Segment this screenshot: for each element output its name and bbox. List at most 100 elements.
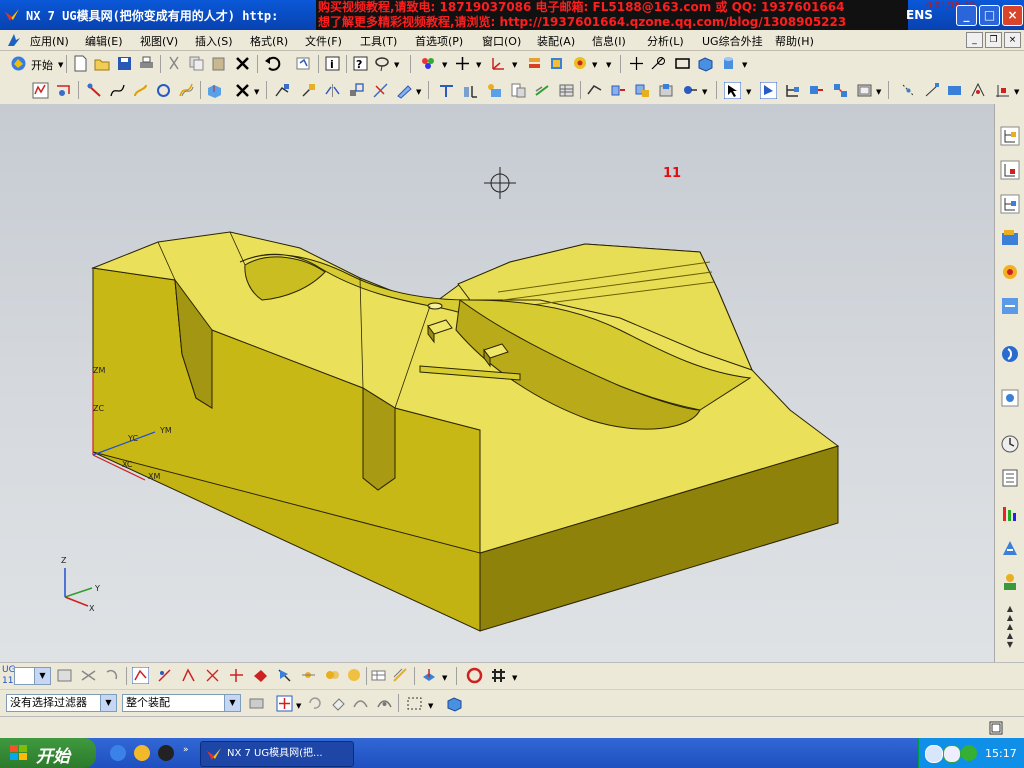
menu-format[interactable]: 格式(R) [250, 33, 288, 49]
menu-edit[interactable]: 编辑(E) [85, 33, 123, 49]
lasso-select-icon[interactable] [374, 55, 391, 72]
menu-window[interactable]: 窗口(O) [482, 33, 521, 49]
selection-scope-combo[interactable]: 整个装配 ▼ [122, 694, 241, 712]
menu-information[interactable]: 信息(I) [592, 33, 626, 49]
point-constructor-icon[interactable] [454, 55, 471, 72]
taskbar-item-nx[interactable]: NX 7 UG模具网(把... [200, 741, 354, 767]
general-selection-filter-icon[interactable] [248, 695, 265, 712]
process-studio-icon[interactable] [1000, 434, 1020, 454]
menu-preferences[interactable]: 首选项(P) [415, 33, 463, 49]
graphics-window[interactable]: 11 ZM ZC YC YM XC XM Z Y X [0, 104, 994, 662]
trim-body-icon[interactable] [438, 82, 455, 99]
quicklaunch-expand-icon[interactable]: » [183, 745, 189, 755]
system-materials-icon[interactable] [1000, 388, 1020, 408]
snap-point-toggle-icon[interactable] [276, 695, 293, 712]
menu-help[interactable]: 帮助(H) [775, 33, 814, 49]
stop-record-icon[interactable] [466, 667, 483, 684]
rotate-icon[interactable] [155, 82, 172, 99]
eraser-icon[interactable] [330, 695, 347, 712]
scale-icon[interactable] [348, 82, 365, 99]
snap-center-icon[interactable] [970, 82, 987, 99]
menu-application[interactable]: 应用(N) [30, 33, 69, 49]
reset-filter-icon[interactable] [104, 667, 121, 684]
browser-quicklaunch-icon[interactable] [134, 745, 150, 761]
block-icon[interactable] [697, 55, 714, 72]
system-scenes-icon[interactable] [1000, 538, 1020, 558]
repeat-command-icon[interactable] [295, 55, 312, 72]
show-hide-icon[interactable] [352, 695, 369, 712]
sew-icon[interactable] [586, 82, 603, 99]
display-mode-icon[interactable] [856, 82, 873, 99]
cut-icon[interactable] [166, 55, 183, 72]
spline-icon[interactable] [109, 82, 126, 99]
datum-csys-icon[interactable] [490, 55, 507, 72]
mirror-icon[interactable] [324, 82, 341, 99]
constraint-navigator-icon[interactable] [1000, 160, 1020, 180]
snap-end-icon[interactable] [924, 82, 941, 99]
wave-link-icon[interactable] [610, 82, 627, 99]
select-curve-icon[interactable] [132, 667, 149, 684]
close-button[interactable]: × [1002, 5, 1023, 26]
print-icon[interactable] [138, 55, 155, 72]
information-icon[interactable]: i [324, 55, 341, 72]
start-menu-button[interactable]: 开始 [0, 738, 96, 768]
history-icon[interactable] [1000, 344, 1020, 364]
cylinder-icon[interactable] [720, 55, 737, 72]
promote-icon[interactable] [658, 82, 675, 99]
delete-x-icon[interactable] [234, 82, 251, 99]
mold-part-model[interactable] [0, 104, 994, 662]
open-folder-icon[interactable] [94, 55, 111, 72]
tray-network-icon[interactable] [961, 745, 977, 761]
analysis-icon[interactable] [32, 82, 49, 99]
paste-icon[interactable] [210, 55, 227, 72]
hd3d-tools-icon[interactable] [1000, 262, 1020, 282]
select-feature-icon[interactable] [760, 82, 777, 99]
deselect-icon[interactable] [80, 667, 97, 684]
menu-insert[interactable]: 插入(S) [195, 33, 233, 49]
layer-settings-icon[interactable] [526, 55, 543, 72]
full-screen-icon[interactable] [988, 720, 1004, 736]
menu-analysis[interactable]: 分析(L) [647, 33, 684, 49]
wcs-icon[interactable] [420, 667, 437, 684]
select-all-icon[interactable] [56, 667, 73, 684]
select-sketch-icon[interactable] [346, 667, 363, 684]
edit-object-display-icon[interactable] [572, 55, 589, 72]
qq-quicklaunch-icon[interactable] [158, 745, 174, 761]
save-icon[interactable] [116, 55, 133, 72]
copy-icon[interactable] [188, 55, 205, 72]
trim-icon[interactable] [372, 82, 389, 99]
select-edge-icon[interactable] [156, 667, 173, 684]
menu-file[interactable]: 文件(F) [305, 33, 342, 49]
quick-pick-icon[interactable] [392, 667, 409, 684]
select-feature-icon-2[interactable] [324, 667, 341, 684]
color-palette-icon[interactable] [420, 55, 437, 72]
surface-icon[interactable] [682, 82, 699, 99]
rectangle-select-icon[interactable] [406, 695, 423, 712]
ie-quicklaunch-icon[interactable] [110, 745, 126, 761]
offset-curve-icon[interactable] [178, 82, 195, 99]
delete-icon[interactable] [234, 55, 251, 72]
extrude-icon[interactable] [206, 82, 223, 99]
doc-minimize-button[interactable]: _ [966, 32, 983, 48]
select-body-icon[interactable] [276, 667, 293, 684]
tray-arrow-icon[interactable] [925, 745, 943, 763]
undo-small-icon[interactable] [306, 695, 323, 712]
roles-icon[interactable] [1000, 504, 1020, 524]
snap-quadrant-icon[interactable] [994, 82, 1011, 99]
app-menu-icon[interactable] [6, 32, 22, 48]
minimize-button[interactable]: _ [956, 5, 977, 26]
maximize-button[interactable]: □ [979, 5, 1000, 26]
doc-restore-button[interactable]: ❐ [985, 32, 1002, 48]
measure-icon[interactable] [55, 82, 72, 99]
menu-ug-plugin[interactable]: UG综合外挂 [702, 33, 763, 49]
unhide-icon[interactable] [376, 695, 393, 712]
menu-view[interactable]: 视图(V) [140, 33, 178, 49]
replace-face-icon[interactable] [510, 82, 527, 99]
sketch-curve-icon[interactable] [650, 55, 667, 72]
grid-snap-icon[interactable] [490, 667, 507, 684]
select-tangent-icon[interactable] [204, 667, 221, 684]
undo-icon[interactable] [264, 55, 281, 72]
table-icon[interactable] [558, 82, 575, 99]
part-navigator-icon[interactable] [1000, 194, 1020, 214]
wire-icon[interactable] [86, 82, 103, 99]
